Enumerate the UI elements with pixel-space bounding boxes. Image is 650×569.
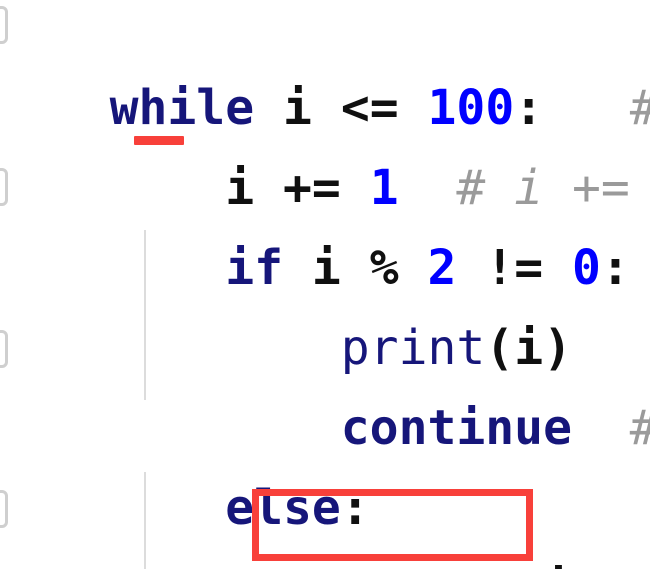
code-editor-viewport[interactable]: while i <= 100: # 如 i += 1 # i += 1 if i… [0, 0, 650, 569]
code-line-4[interactable]: print(i) [0, 228, 644, 376]
red-underline-annotation [134, 136, 184, 145]
red-box-annotation [252, 489, 533, 561]
code-line-5[interactable]: continue # [0, 308, 650, 456]
token-identifier-i: i [543, 548, 572, 569]
code-line-1[interactable]: while i <= 100: # 如 [0, 0, 650, 136]
code-line-6[interactable]: else: [0, 388, 644, 536]
token-comment-hash: # [630, 548, 650, 569]
code-line-2[interactable]: i += 1 # i += 1 [0, 68, 644, 216]
code-line-3[interactable]: if i % 2 != 0: [0, 148, 644, 296]
